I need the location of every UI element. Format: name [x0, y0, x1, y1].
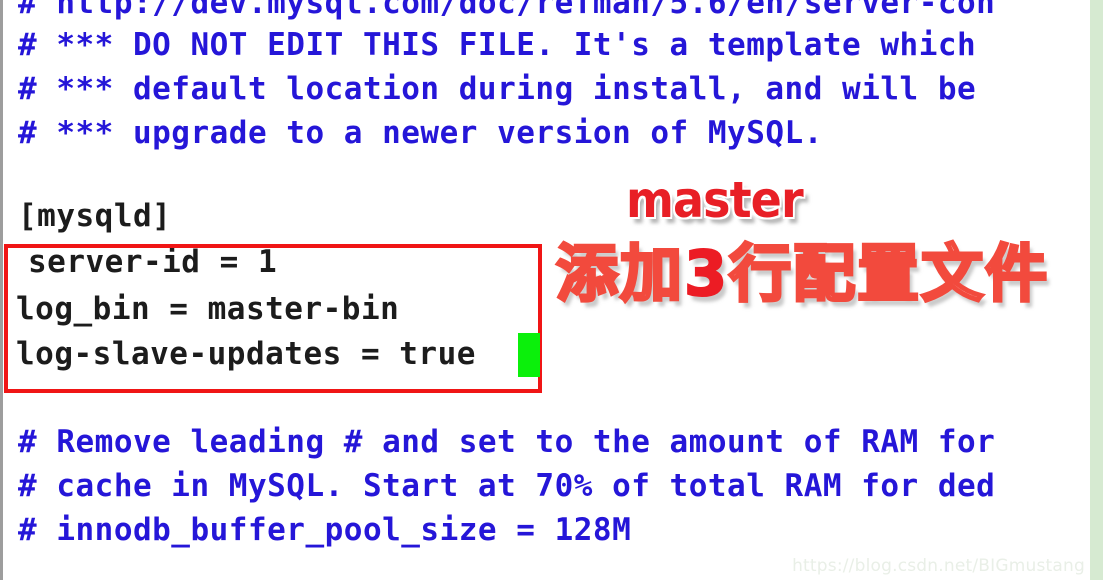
- terminal-cursor-block: [518, 333, 540, 377]
- terminal-line-1: # *** DO NOT EDIT THIS FILE. It's a temp…: [18, 27, 996, 63]
- terminal-line-10: # innodb_buffer_pool_size = 128M: [18, 512, 632, 548]
- terminal-screenshot: # http://dev.mysql.com/doc/refman/5.6/en…: [0, 0, 1103, 580]
- watermark-url: https://blog.csdn.net/BIGmustang: [792, 556, 1085, 576]
- terminal-line-9: # cache in MySQL. Start at 70% of total …: [18, 468, 996, 504]
- window-left-border: [0, 0, 3, 580]
- terminal-line-mysqld-section: [mysqld]: [18, 198, 172, 234]
- red-highlight-box: [4, 244, 542, 393]
- terminal-line-0: # http://dev.mysql.com/doc/refman/5.6/en…: [18, 0, 996, 21]
- terminal-line-2: # *** default location during install, a…: [18, 71, 977, 107]
- terminal-line-3: # *** upgrade to a newer version of MySQ…: [18, 115, 823, 151]
- terminal-line-8: # Remove leading # and set to the amount…: [18, 424, 996, 460]
